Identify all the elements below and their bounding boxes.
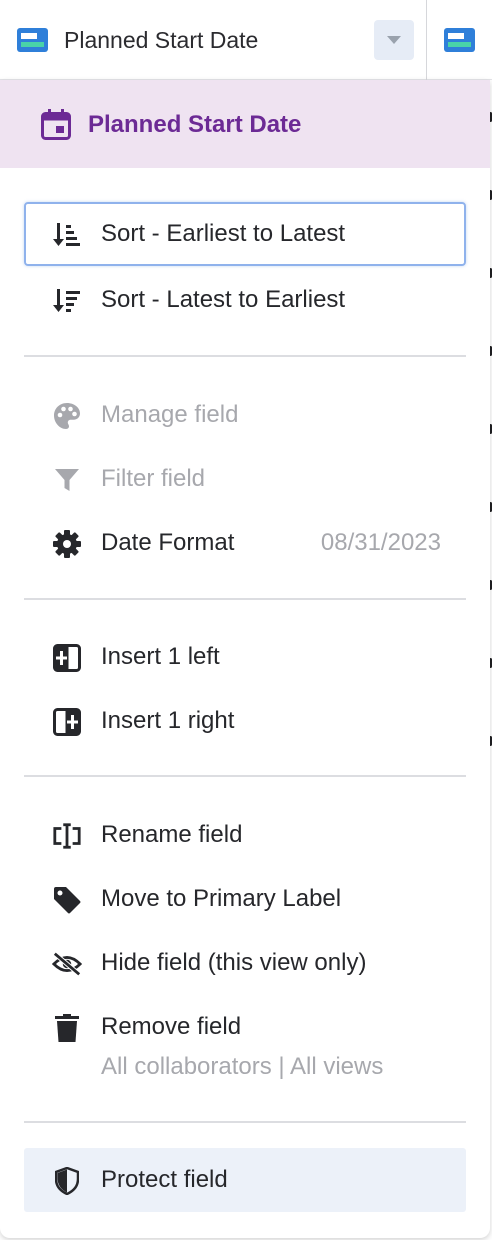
move-to-primary-label-item[interactable]: Move to Primary Label xyxy=(24,867,466,931)
sort-latest-label: Sort - Latest to Earliest xyxy=(101,286,346,313)
filter-field-item[interactable]: Filter field xyxy=(24,447,466,511)
calendar-icon xyxy=(41,109,71,140)
rename-field-label: Rename field xyxy=(101,821,243,848)
sort-ascending-icon xyxy=(52,220,82,250)
menu-divider xyxy=(24,598,466,600)
manage-field-label: Manage field xyxy=(101,401,239,428)
hide-field-item[interactable]: Hide field (this view only) xyxy=(24,931,466,995)
date-format-label: Date Format xyxy=(101,529,235,556)
hide-field-label: Hide field (this view only) xyxy=(101,949,367,976)
insert-column-left-icon xyxy=(52,643,82,673)
sort-earliest-label: Sort - Earliest to Latest xyxy=(101,220,346,247)
insert-left-label: Insert 1 left xyxy=(101,643,220,670)
menu-divider xyxy=(24,1121,466,1123)
eye-slash-icon xyxy=(52,949,82,979)
sort-latest-to-earliest-item[interactable]: Sort - Latest to Earliest xyxy=(24,268,466,332)
menu-divider xyxy=(24,355,466,357)
shield-icon xyxy=(52,1166,82,1196)
rename-field-item[interactable]: Rename field xyxy=(24,803,466,867)
tag-icon xyxy=(52,885,82,915)
text-cursor-icon xyxy=(52,821,82,851)
column-header: Planned Start Date xyxy=(0,0,492,80)
menu-divider xyxy=(24,775,466,777)
field-card-icon xyxy=(17,28,48,52)
column-dropdown-button[interactable] xyxy=(374,20,414,60)
sort-descending-icon xyxy=(52,286,82,316)
date-format-item[interactable]: Date Format 08/31/2023 xyxy=(24,511,466,575)
remove-field-scope: All collaborators | All views xyxy=(101,1053,384,1080)
trash-icon xyxy=(52,1013,82,1043)
protect-field-label: Protect field xyxy=(101,1166,228,1193)
manage-field-item[interactable]: Manage field xyxy=(24,383,466,447)
insert-column-right-icon xyxy=(52,707,82,737)
protect-field-item[interactable]: Protect field xyxy=(24,1148,466,1212)
insert-right-label: Insert 1 right xyxy=(101,707,235,734)
move-to-primary-label: Move to Primary Label xyxy=(101,885,342,912)
menu-title: Planned Start Date xyxy=(88,111,302,138)
remove-field-label: Remove field xyxy=(101,1013,242,1040)
sort-earliest-to-latest-item[interactable]: Sort - Earliest to Latest xyxy=(24,202,466,266)
insert-left-item[interactable]: Insert 1 left xyxy=(24,625,466,689)
field-menu: Planned Start Date Sort - Earliest to La… xyxy=(0,80,490,1238)
field-card-icon xyxy=(444,28,475,52)
column-divider[interactable] xyxy=(426,0,427,80)
remove-field-item[interactable]: Remove field All collaborators | All vie… xyxy=(24,995,466,1091)
palette-icon xyxy=(52,401,82,431)
filter-icon xyxy=(52,465,82,495)
date-format-value: 08/31/2023 xyxy=(320,529,441,556)
column-header-title[interactable]: Planned Start Date xyxy=(64,24,258,56)
gear-icon xyxy=(52,529,82,559)
insert-right-item[interactable]: Insert 1 right xyxy=(24,689,466,753)
menu-header: Planned Start Date xyxy=(0,80,490,168)
caret-down-icon xyxy=(387,36,401,44)
filter-field-label: Filter field xyxy=(101,465,206,492)
